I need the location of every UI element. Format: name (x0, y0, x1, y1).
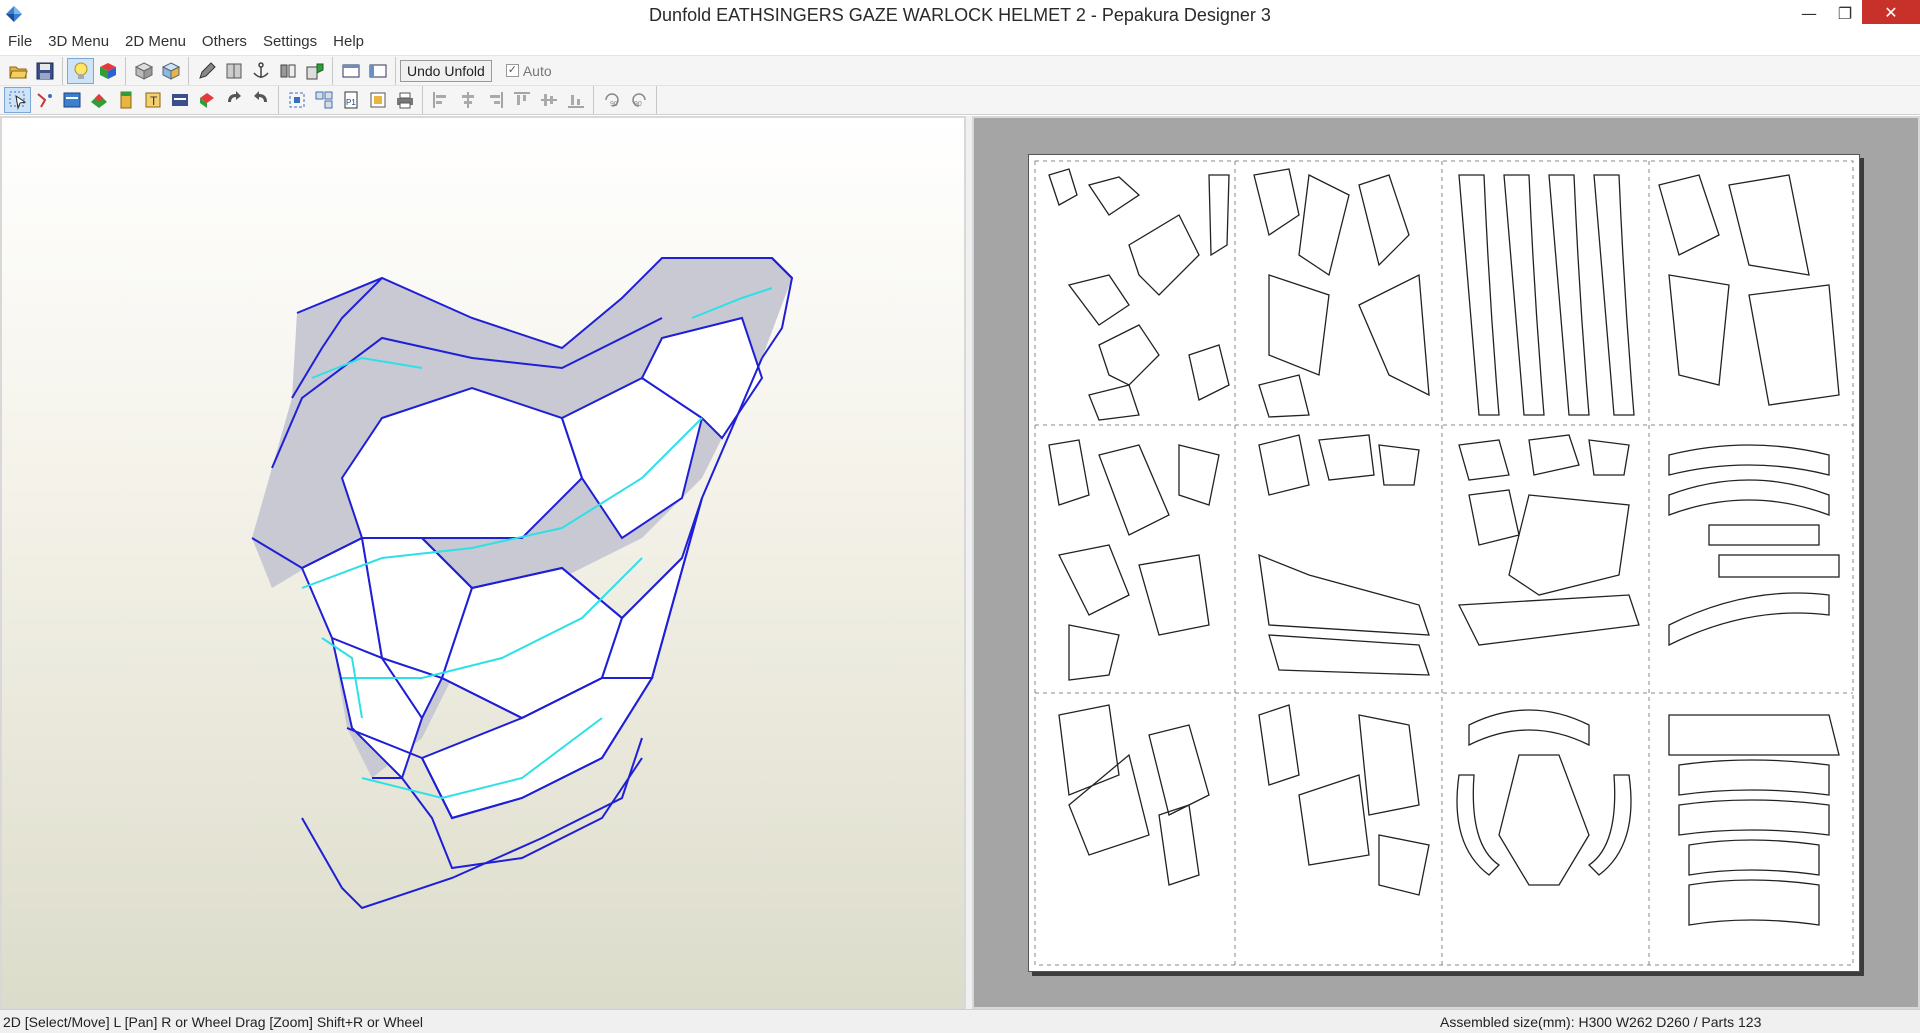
tools-group: T (0, 86, 279, 114)
align-left-icon[interactable] (427, 87, 454, 113)
status-mode-text: 2D [Select/Move] L [Pan] R or Wheel Drag… (3, 1014, 424, 1030)
layout-group: P1 (279, 86, 423, 114)
rotate-90-left-icon[interactable]: 90 (598, 87, 625, 113)
svg-text:90: 90 (610, 101, 618, 108)
status-bar: 2D [Select/Move] L [Pan] R or Wheel Drag… (0, 1009, 1920, 1033)
window-title: Dunfold EATHSINGERS GAZE WARLOCK HELMET … (649, 5, 1271, 25)
layout-icon[interactable] (58, 87, 85, 113)
3d-view[interactable] (0, 116, 966, 1009)
rotate-back-icon[interactable] (247, 87, 274, 113)
pencil-icon[interactable] (193, 58, 220, 84)
svg-text:T: T (150, 94, 158, 108)
save-icon[interactable] (31, 58, 58, 84)
color-cube-icon[interactable] (94, 58, 121, 84)
rotate-group: 90 90 (594, 86, 657, 114)
image-icon[interactable] (166, 87, 193, 113)
paper-sheet[interactable] (1028, 154, 1860, 972)
svg-text:P1: P1 (346, 98, 356, 107)
print-preview-icon[interactable] (364, 87, 391, 113)
menu-2d[interactable]: 2D Menu (117, 33, 194, 50)
menu-bar: File 3D Menu 2D Menu Others Settings Hel… (0, 30, 1920, 52)
main-toolbar: Undo Unfold ✓ Auto (0, 55, 1920, 85)
anchor-icon[interactable] (247, 58, 274, 84)
align-middle-icon[interactable] (535, 87, 562, 113)
auto-label: Auto (522, 62, 552, 79)
edit-group (189, 56, 333, 85)
menu-file[interactable]: File (0, 33, 40, 50)
unfolded-parts[interactable] (1029, 155, 1859, 971)
flap-icon[interactable] (112, 87, 139, 113)
status-assembled-size: Assembled size(mm): H300 W262 D260 / Par… (1440, 1014, 1762, 1030)
undo-unfold-button[interactable]: Undo Unfold (400, 59, 492, 82)
align-bottom-icon[interactable] (562, 87, 589, 113)
menu-3d[interactable]: 3D Menu (40, 33, 117, 50)
menu-help[interactable]: Help (325, 33, 372, 50)
edge-icon[interactable]: T (139, 87, 166, 113)
menu-settings[interactable]: Settings (255, 33, 325, 50)
box-icon[interactable] (130, 58, 157, 84)
flip-icon[interactable] (274, 58, 301, 84)
pepakura-window: Dunfold EATHSINGERS GAZE WARLOCK HELMET … (0, 0, 1920, 1033)
auto-checkbox[interactable]: ✓ Auto (505, 62, 552, 79)
window-right-icon[interactable] (364, 58, 391, 84)
align-group (423, 86, 594, 114)
align-center-icon[interactable] (454, 87, 481, 113)
rotate-icon[interactable] (220, 87, 247, 113)
auto-checkbox-box[interactable]: ✓ (505, 64, 519, 77)
helmet-3d-model[interactable] (2, 118, 964, 1007)
book-icon[interactable] (220, 58, 247, 84)
window-left-icon[interactable] (337, 58, 364, 84)
align-top-icon[interactable] (508, 87, 535, 113)
menu-others[interactable]: Others (194, 33, 255, 50)
close-button[interactable]: ✕ (1862, 0, 1920, 24)
fit-icon[interactable] (283, 87, 310, 113)
box-open-icon[interactable] (157, 58, 184, 84)
move-part-icon[interactable] (193, 87, 220, 113)
open-icon[interactable] (4, 58, 31, 84)
light-icon[interactable] (67, 57, 94, 84)
print-icon[interactable] (391, 87, 418, 113)
title-bar[interactable]: Dunfold EATHSINGERS GAZE WARLOCK HELMET … (0, 0, 1920, 30)
window-group (333, 56, 396, 85)
view-group (63, 56, 126, 85)
fold-icon[interactable] (301, 58, 328, 84)
svg-text:90: 90 (634, 101, 642, 108)
page-icon[interactable]: P1 (337, 87, 364, 113)
file-group (0, 56, 63, 85)
edit-toolbar: T P1 90 90 (0, 85, 1920, 115)
texture-icon[interactable] (85, 87, 112, 113)
rotate-90-right-icon[interactable]: 90 (625, 87, 652, 113)
join-icon[interactable] (31, 87, 58, 113)
arrange-icon[interactable] (310, 87, 337, 113)
select-icon[interactable] (4, 87, 31, 113)
align-right-icon[interactable] (481, 87, 508, 113)
model-group (126, 56, 189, 85)
